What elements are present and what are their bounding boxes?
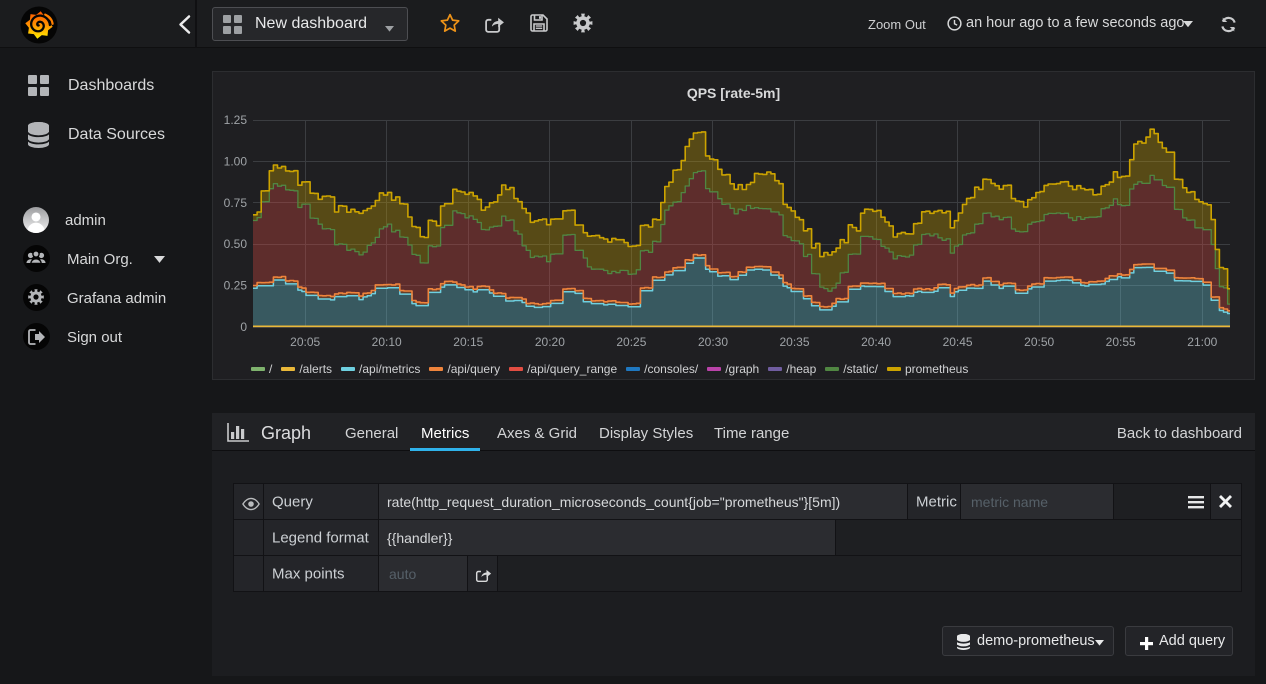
svg-text:20:15: 20:15 bbox=[453, 335, 483, 349]
svg-text:1.25: 1.25 bbox=[224, 113, 248, 127]
svg-text:20:10: 20:10 bbox=[372, 335, 402, 349]
svg-text:20:25: 20:25 bbox=[616, 335, 646, 349]
svg-text:20:30: 20:30 bbox=[698, 335, 728, 349]
svg-text:0.25: 0.25 bbox=[224, 279, 248, 293]
svg-text:20:55: 20:55 bbox=[1106, 335, 1136, 349]
svg-text:1.00: 1.00 bbox=[224, 154, 248, 168]
svg-text:0.75: 0.75 bbox=[224, 196, 248, 210]
svg-text:0.50: 0.50 bbox=[224, 237, 248, 251]
svg-text:20:35: 20:35 bbox=[779, 335, 809, 349]
svg-text:20:45: 20:45 bbox=[943, 335, 973, 349]
svg-text:20:40: 20:40 bbox=[861, 335, 891, 349]
svg-text:20:05: 20:05 bbox=[290, 335, 320, 349]
svg-text:20:50: 20:50 bbox=[1024, 335, 1054, 349]
svg-text:0: 0 bbox=[240, 320, 247, 334]
svg-text:21:00: 21:00 bbox=[1187, 335, 1217, 349]
svg-text:20:20: 20:20 bbox=[535, 335, 565, 349]
